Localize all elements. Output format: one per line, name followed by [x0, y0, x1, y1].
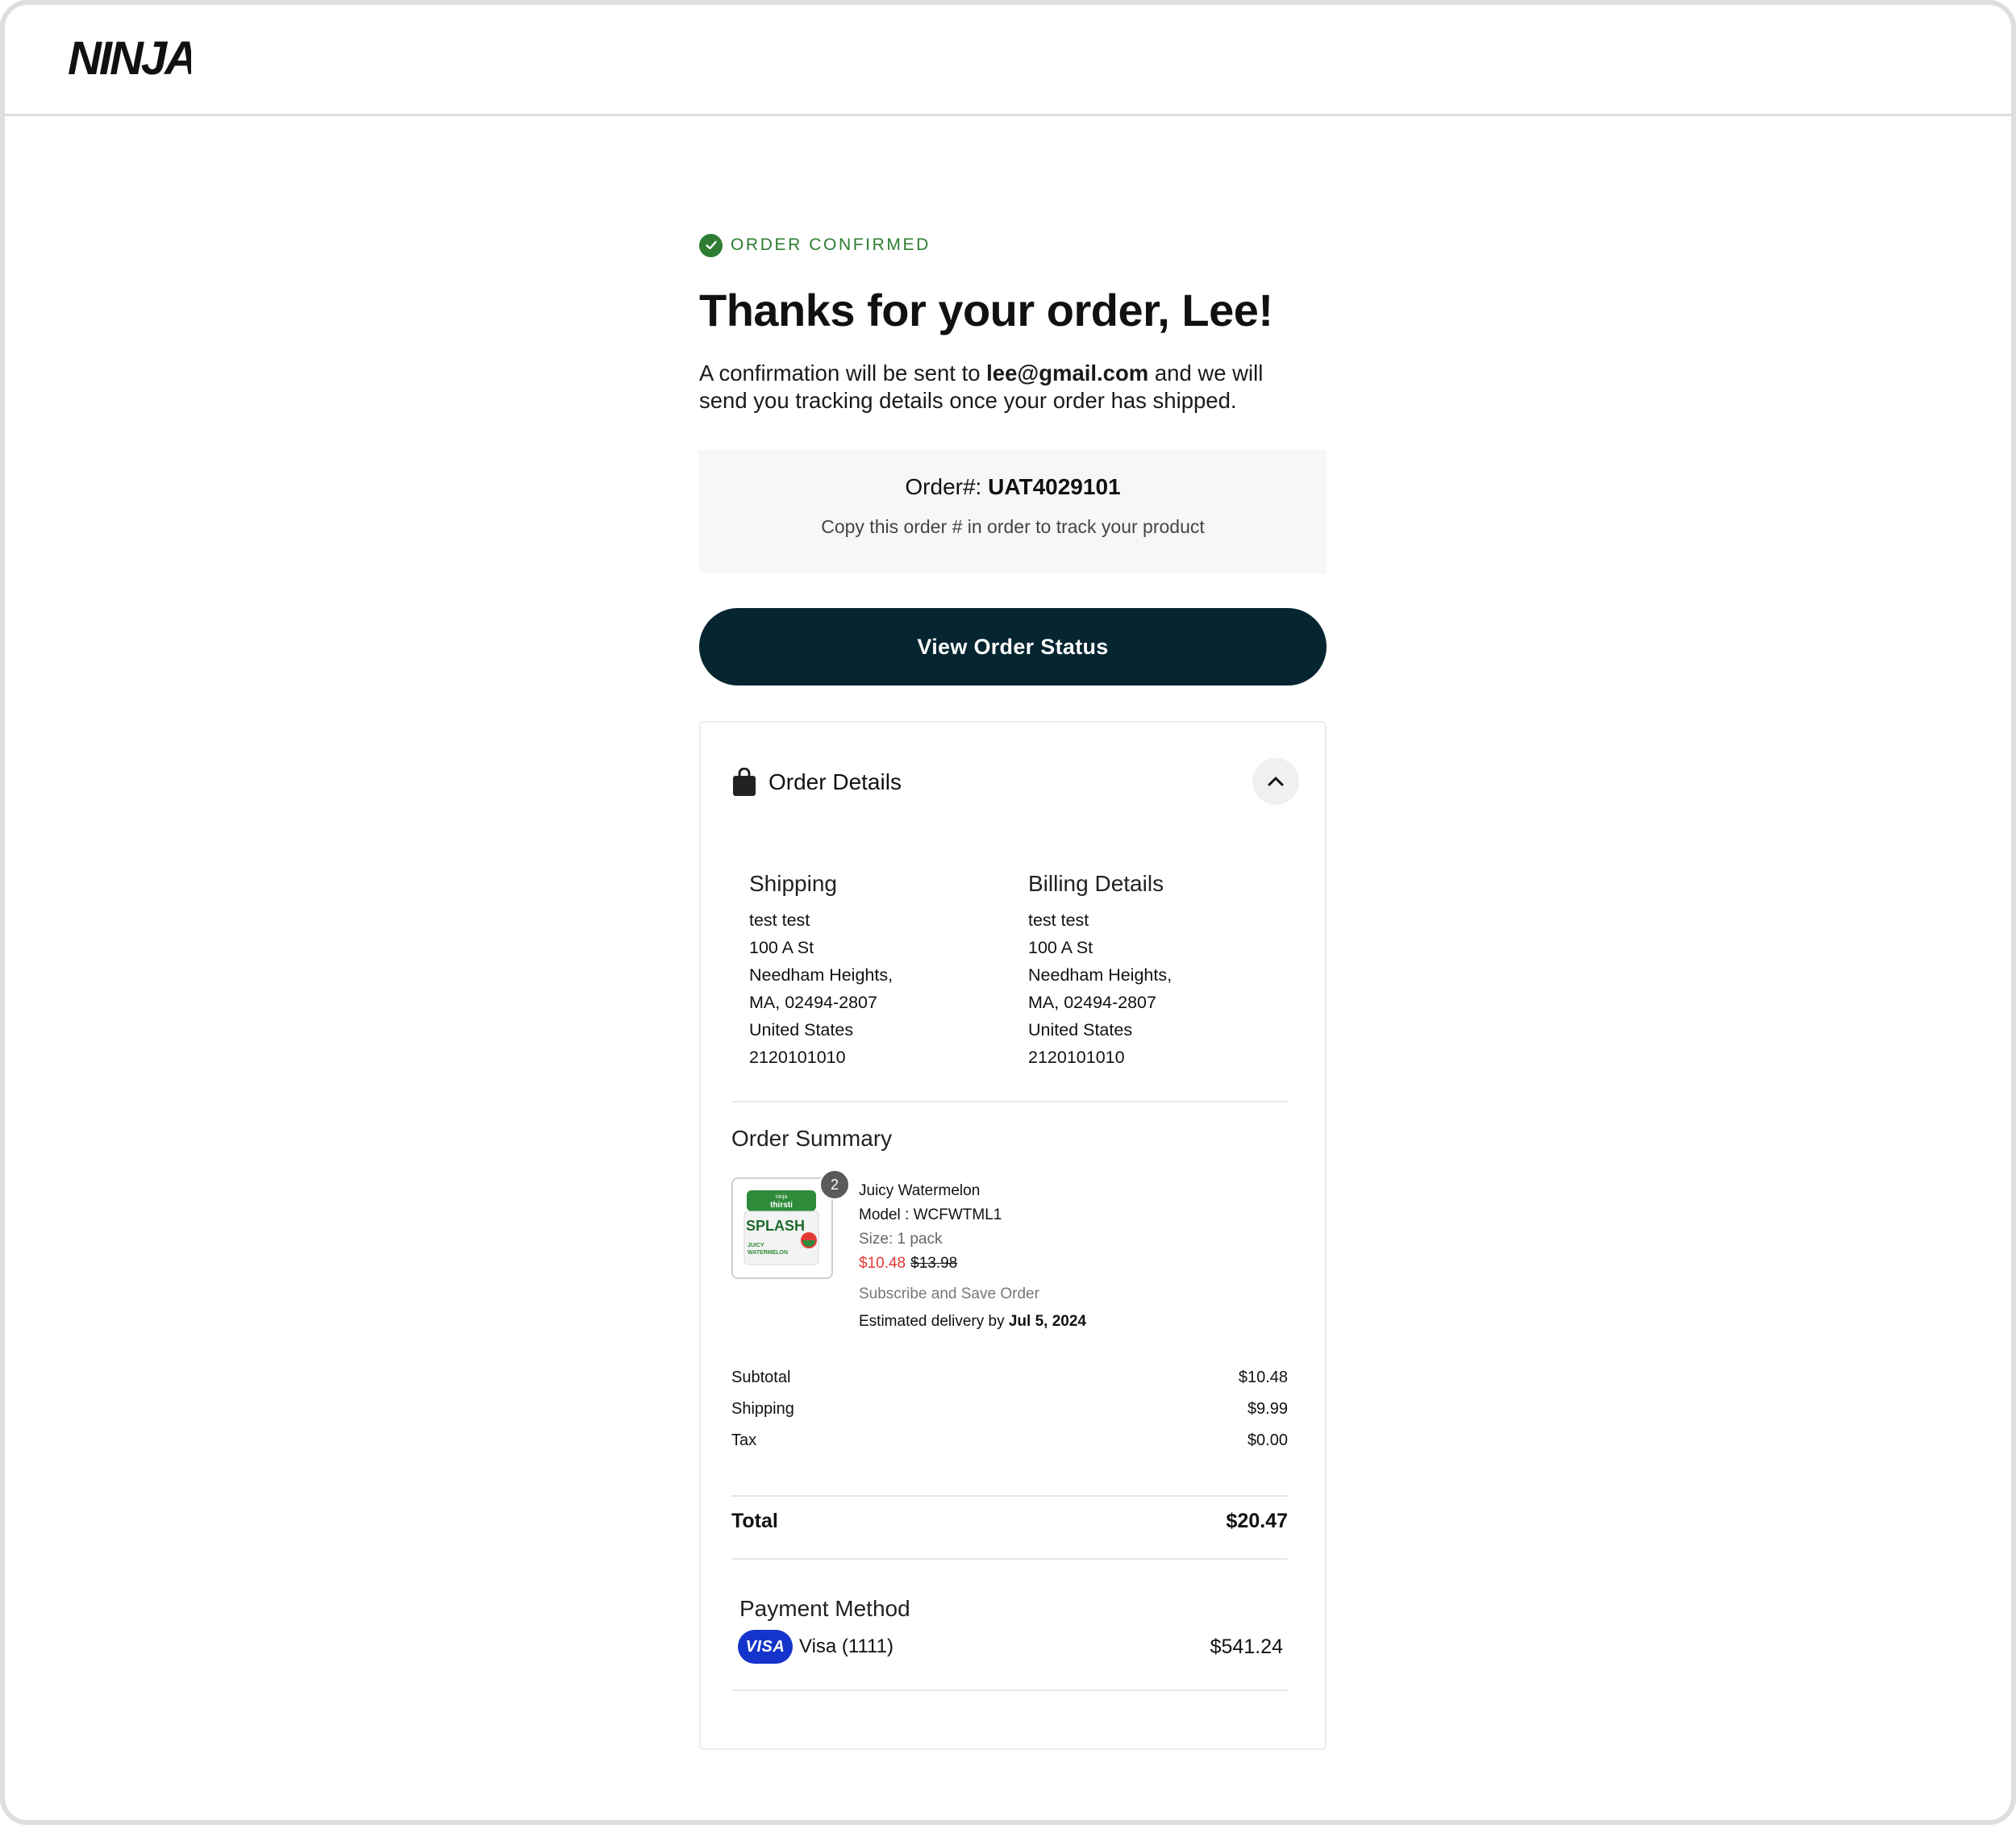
totals-table: Subtotal $10.48 Shipping $9.99 Tax $0.00 [731, 1362, 1288, 1456]
billing-address: Billing Details test test 100 A St Needh… [1028, 871, 1270, 1071]
card-description: Visa (1111) [799, 1635, 893, 1657]
product-prices: $10.48 $13.98 [859, 1252, 1278, 1276]
message-prefix: A confirmation will be sent to [699, 360, 987, 385]
svg-text:SPLASH: SPLASH [746, 1218, 805, 1234]
eta-label: Estimated delivery by [859, 1313, 1009, 1330]
billing-line: Needham Heights, [1028, 965, 1173, 985]
divider [731, 1101, 1288, 1102]
order-number-hint: Copy this order # in order to track your… [821, 516, 1205, 537]
billing-line: United States [1028, 1020, 1133, 1040]
confirmation-message: A confirmation will be sent to lee@gmail… [699, 360, 1312, 415]
total-label: Total [731, 1510, 778, 1532]
svg-text:JUICY: JUICY [748, 1243, 764, 1248]
customer-email: lee@gmail.com [986, 360, 1149, 385]
ninja-logo[interactable]: NINJA [66, 26, 191, 90]
shipping-cost-value: $9.99 [1247, 1400, 1288, 1418]
estimated-delivery: Estimated delivery by Jul 5, 2024 [859, 1310, 1278, 1334]
view-order-status-button[interactable]: View Order Status [699, 608, 1327, 685]
line-item: Juicy Watermelon Model : WCFWTML1 Size: … [859, 1179, 1278, 1334]
eta-date: Jul 5, 2024 [1008, 1313, 1086, 1330]
shipping-heading: Shipping [749, 871, 837, 896]
subscription-note: Subscribe and Save Order [859, 1285, 1039, 1302]
shipping-line: Needham Heights, [749, 965, 893, 985]
chevron-up-icon [1268, 777, 1284, 786]
page-frame: NINJA ORDER CONFIRMED Thanks for your or… [0, 0, 2016, 1825]
order-total: Total $20.47 [731, 1510, 1288, 1533]
order-number-line: Order#: UAT4029101 [699, 474, 1327, 500]
svg-text:ninja: ninja [776, 1194, 788, 1200]
shipping-phone: 2120101010 [749, 1048, 846, 1067]
tax-label: Tax [731, 1431, 757, 1449]
check-circle-icon [699, 233, 723, 257]
shipping-line: test test [749, 910, 810, 930]
order-number-box: Order#: UAT4029101 Copy this order # in … [699, 450, 1327, 573]
divider [731, 1690, 1288, 1691]
original-price: $13.98 [910, 1255, 958, 1272]
svg-text:thirsti: thirsti [770, 1201, 793, 1210]
shipping-line: MA, 02494-2807 [749, 993, 877, 1012]
order-number-label: Order#: [905, 474, 989, 499]
order-details-header[interactable]: Order Details [731, 758, 1299, 806]
shipping-cost-label: Shipping [731, 1400, 794, 1418]
totals-row: Tax $0.00 [731, 1425, 1288, 1456]
tax-value: $0.00 [1247, 1431, 1288, 1449]
sale-price: $10.48 [859, 1255, 906, 1272]
divider [731, 1558, 1288, 1560]
svg-text:WATERMELON: WATERMELON [748, 1250, 788, 1256]
totals-row: Shipping $9.99 [731, 1394, 1288, 1425]
collapse-toggle-button[interactable] [1252, 758, 1299, 805]
shopping-bag-icon [733, 768, 756, 796]
visa-card-icon: VISA [738, 1630, 793, 1664]
billing-line: MA, 02494-2807 [1028, 993, 1156, 1012]
subtotal-value: $10.48 [1238, 1369, 1288, 1386]
order-number[interactable]: UAT4029101 [988, 474, 1120, 499]
billing-line: test test [1028, 910, 1089, 930]
order-details-panel: Order Details Shipping test test 100 A S… [699, 721, 1327, 1750]
totals-row: Subtotal $10.48 [731, 1362, 1288, 1394]
shipping-address: Shipping test test 100 A St Needham Heig… [749, 871, 991, 1071]
product-size: Size: 1 pack [859, 1231, 943, 1248]
product-name[interactable]: Juicy Watermelon [859, 1179, 1278, 1203]
product-thumbnail[interactable]: ninja thirsti SPLASH JUICY WATERMELON [731, 1177, 833, 1279]
order-confirmed-badge: ORDER CONFIRMED [699, 231, 1327, 260]
payment-amount: $541.24 [1210, 1635, 1283, 1658]
subtotal-label: Subtotal [731, 1369, 791, 1386]
shipping-line: 100 A St [749, 938, 814, 957]
total-value: $20.47 [1226, 1510, 1288, 1532]
billing-line: 100 A St [1028, 938, 1093, 957]
site-header: NINJA [5, 5, 2011, 116]
quantity-badge: 2 [819, 1169, 850, 1200]
page-title: Thanks for your order, Lee! [699, 285, 1273, 335]
product-image: ninja thirsti SPLASH JUICY WATERMELON [744, 1190, 819, 1265]
confirmation-column: ORDER CONFIRMED Thanks for your order, L… [699, 231, 1327, 1750]
svg-text:NINJA: NINJA [68, 32, 191, 85]
billing-phone: 2120101010 [1028, 1048, 1125, 1067]
order-details-title: Order Details [768, 769, 902, 794]
shipping-line: United States [749, 1020, 854, 1040]
order-summary-heading: Order Summary [731, 1126, 893, 1151]
order-confirmed-label: ORDER CONFIRMED [731, 235, 931, 254]
payment-method-heading: Payment Method [739, 1596, 910, 1621]
product-model: Model : WCFWTML1 [859, 1206, 1002, 1223]
divider [731, 1495, 1288, 1497]
billing-heading: Billing Details [1028, 871, 1164, 896]
payment-method-row: VISA Visa (1111) $541.24 [738, 1629, 1283, 1665]
